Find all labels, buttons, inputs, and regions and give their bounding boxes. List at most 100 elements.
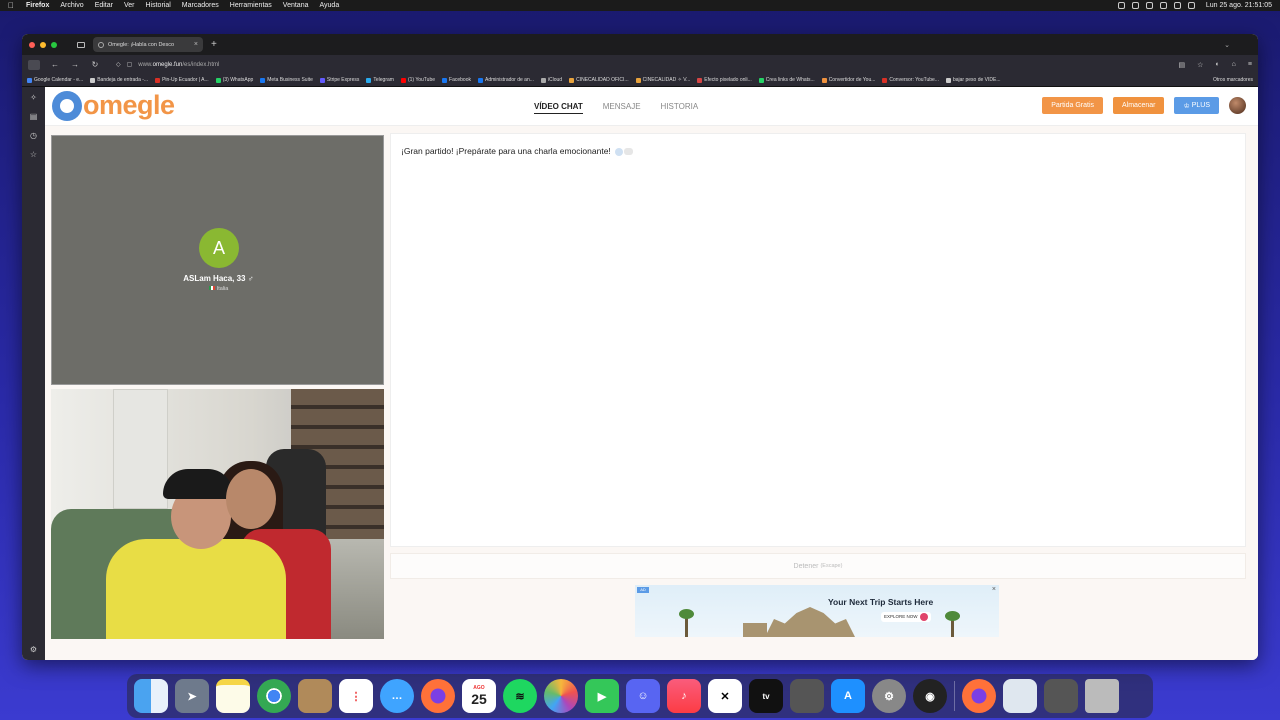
app-store-icon[interactable]: A: [831, 679, 865, 713]
tab-overview-icon[interactable]: [77, 41, 85, 48]
bookmark-item[interactable]: Bandeja de entrada -...: [90, 77, 148, 83]
bookmark-item[interactable]: CINECALIDAD ✧ V...: [635, 77, 690, 83]
launchpad-icon[interactable]: ➤: [175, 679, 209, 713]
menu-app-name[interactable]: Firefox: [26, 2, 49, 9]
menu-ventana[interactable]: Ventana: [283, 2, 309, 9]
folder-icon[interactable]: [298, 679, 332, 713]
close-tab-icon[interactable]: ×: [194, 41, 198, 48]
menu-clock[interactable]: Lun 25 ago. 21:51:05: [1206, 2, 1272, 9]
bookmark-item[interactable]: Crea links de Whats...: [758, 77, 815, 83]
messages-icon[interactable]: …: [380, 679, 414, 713]
spotify-icon[interactable]: ≋: [503, 679, 537, 713]
other-bookmarks-folder[interactable]: Otros marcadores: [1213, 77, 1253, 83]
reader-view-icon[interactable]: ▤: [1179, 61, 1186, 69]
close-window-button[interactable]: [29, 41, 35, 48]
nav-historia[interactable]: HISTORIA: [661, 102, 699, 114]
bookmark-item[interactable]: (3) WhatsApp: [215, 77, 253, 83]
menu-archivo[interactable]: Archivo: [60, 2, 83, 9]
forward-arrow-icon[interactable]: →: [70, 60, 80, 69]
microphone-icon[interactable]: [1117, 2, 1125, 9]
store-button[interactable]: Almacenar: [1113, 97, 1165, 114]
bookmark-item[interactable]: iCloud: [540, 77, 562, 83]
battery-icon[interactable]: [1173, 2, 1181, 9]
extensions-puzzle-icon[interactable]: ⌂: [1232, 61, 1236, 69]
menu-herramientas[interactable]: Herramientas: [230, 2, 272, 9]
bookmark-item[interactable]: CINECALIDAD OFICI...: [569, 77, 629, 83]
finder-icon[interactable]: [134, 679, 168, 713]
free-match-button[interactable]: Partida Gratis: [1042, 97, 1103, 114]
reminders-icon[interactable]: ⋮: [339, 679, 373, 713]
stop-button[interactable]: Detener (Escape): [390, 553, 1246, 579]
bookmarks-star-icon[interactable]: ☆: [30, 150, 37, 159]
reload-icon[interactable]: ↻: [90, 60, 100, 69]
url-text[interactable]: www.omegle.fun/es/index.html: [138, 62, 219, 68]
chat-log[interactable]: ¡Gran partido! ¡Prepárate para una charl…: [390, 133, 1246, 547]
menu-marcadores[interactable]: Marcadores: [182, 2, 219, 9]
menu-hamburger-icon[interactable]: ≡: [1248, 61, 1252, 69]
address-bar[interactable]: ◇ ▢ www.omegle.fun/es/index.html: [110, 58, 1169, 71]
menu-ayuda[interactable]: Ayuda: [319, 2, 339, 9]
advertisement-banner[interactable]: AD × Your Next Trip Starts Here EXPLORE …: [635, 585, 999, 637]
chrome-icon[interactable]: [257, 679, 291, 713]
camera-icon[interactable]: [790, 679, 824, 713]
nav-mensaje[interactable]: MENSAJE: [603, 102, 641, 114]
search-icon[interactable]: [1187, 2, 1195, 9]
bookmark-item[interactable]: Efecto pixelado onli...: [697, 77, 752, 83]
shield-icon[interactable]: ◇: [116, 61, 121, 68]
extension-icon[interactable]: ◐: [1215, 61, 1219, 69]
gear-icon[interactable]: ⚙: [30, 645, 37, 654]
menu-ver[interactable]: Ver: [124, 2, 135, 9]
sidebar-toggle-button[interactable]: [28, 59, 40, 70]
new-tab-button[interactable]: +: [211, 39, 217, 50]
tab-list-chevron-icon[interactable]: ⌄: [1224, 41, 1230, 49]
music-icon[interactable]: ♪: [667, 679, 701, 713]
bookmark-item[interactable]: bajar peso de VIDE...: [945, 77, 1001, 83]
history-icon[interactable]: ◷: [30, 131, 37, 140]
obs-icon[interactable]: ◉: [913, 679, 947, 713]
firefox-icon[interactable]: [421, 679, 455, 713]
trash-icon[interactable]: [1085, 679, 1119, 713]
nav-video-chat[interactable]: VÍDEO CHAT: [534, 102, 583, 114]
bookmark-item[interactable]: Administrador de an...: [477, 77, 534, 83]
discord-icon[interactable]: ☺: [626, 679, 660, 713]
ad-close-icon[interactable]: ×: [992, 586, 996, 593]
minimize-window-button[interactable]: [40, 41, 46, 48]
wifi-icon[interactable]: [1159, 2, 1167, 9]
firefox-recent-icon[interactable]: [962, 679, 996, 713]
capcut-icon[interactable]: ✕: [708, 679, 742, 713]
facetime-icon[interactable]: ▶: [585, 679, 619, 713]
back-arrow-icon[interactable]: ←: [50, 60, 60, 69]
controls-icon[interactable]: [1145, 2, 1153, 9]
bookmark-item[interactable]: Convertidor de You...: [821, 77, 875, 83]
downloads-icon[interactable]: [1044, 679, 1078, 713]
notes-icon[interactable]: [216, 679, 250, 713]
bookmark-item[interactable]: Telegram: [366, 77, 394, 83]
user-avatar[interactable]: [1229, 97, 1246, 114]
calendar-icon[interactable]: AGO 25: [462, 679, 496, 713]
bookmark-item[interactable]: Facebook: [442, 77, 471, 83]
ad-cta[interactable]: EXPLORE NOW: [881, 612, 931, 622]
synced-tabs-icon[interactable]: ▤: [30, 112, 38, 121]
preview-icon[interactable]: [1003, 679, 1037, 713]
bookmark-item[interactable]: (1) YouTube: [400, 77, 435, 83]
bookmark-item[interactable]: Pin-Up Ecuador | A...: [155, 77, 209, 83]
macos-dock: ➤ ⋮ … AGO 25 ≋ ▶ ☺ ♪ ✕ tv A ⚙ ◉: [127, 674, 1153, 718]
photos-icon[interactable]: [544, 679, 578, 713]
ai-sparkle-icon[interactable]: ✧: [30, 93, 37, 102]
system-settings-icon[interactable]: ⚙: [872, 679, 906, 713]
bookmark-item[interactable]: Meta Business Suite: [260, 77, 313, 83]
bookmark-item[interactable]: Conversor: YouTube...: [882, 77, 939, 83]
bookmark-item[interactable]: Google Calendar - e...: [27, 77, 83, 83]
apple-icon[interactable]: : [8, 1, 16, 10]
menu-historial[interactable]: Historial: [146, 2, 171, 9]
bookmark-item[interactable]: Stripe Express: [319, 77, 359, 83]
omegle-logo[interactable]: omegle: [52, 90, 175, 121]
bookmark-star-icon[interactable]: ☆: [1197, 61, 1203, 69]
apple-tv-icon[interactable]: tv: [749, 679, 783, 713]
zoom-window-button[interactable]: [51, 41, 57, 48]
menu-editar[interactable]: Editar: [95, 2, 113, 9]
tab-omegle[interactable]: Omegle: ¡Habla con Desco ×: [93, 37, 203, 52]
lock-icon[interactable]: ▢: [127, 61, 133, 68]
screen-record-icon[interactable]: [1131, 2, 1139, 9]
plus-button[interactable]: ♔ PLUS: [1174, 97, 1219, 114]
